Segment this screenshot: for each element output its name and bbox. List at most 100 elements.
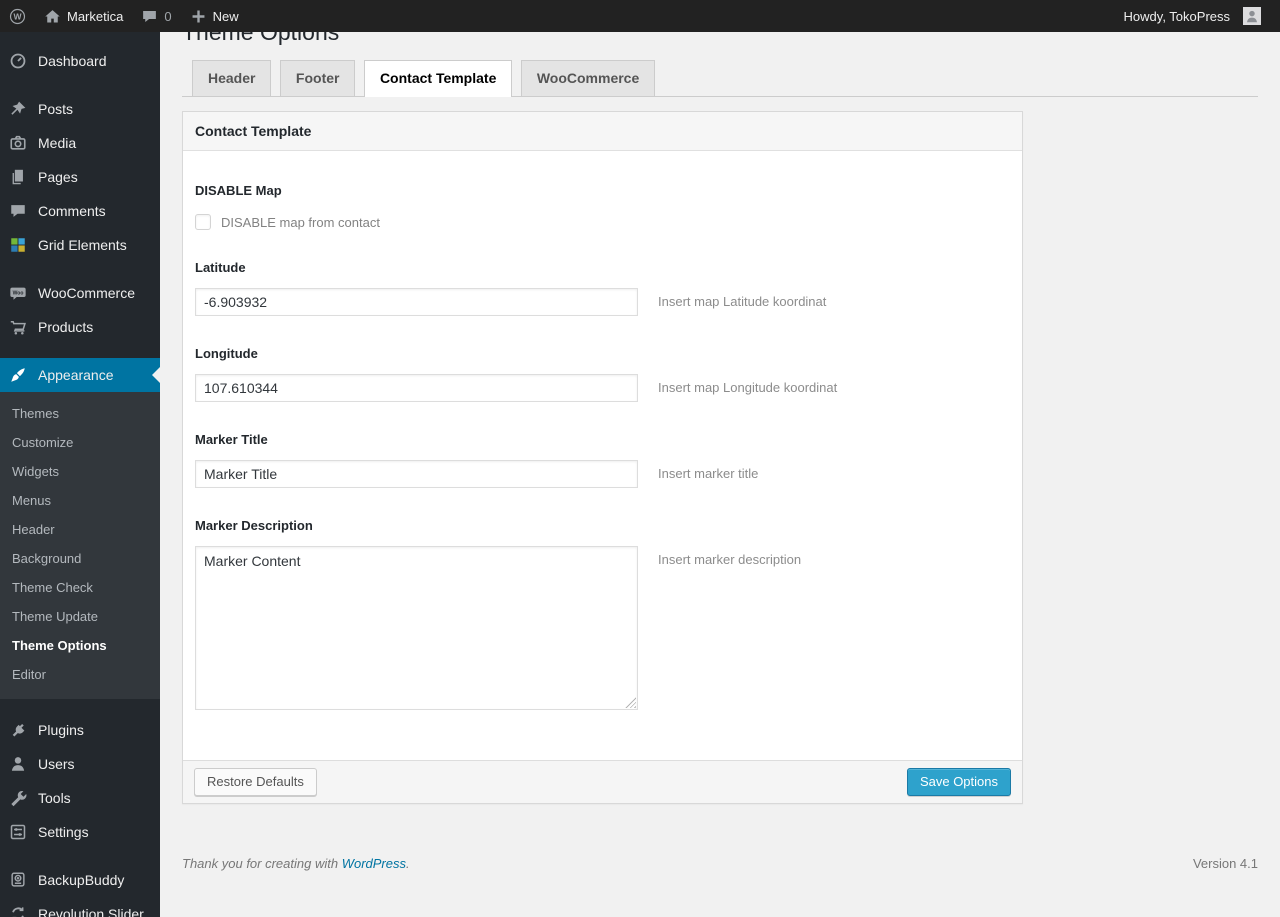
main-content: Theme Options Header Footer Contact Temp… <box>160 0 1280 871</box>
pages-icon <box>8 168 28 186</box>
sidebar-item-users[interactable]: Users <box>0 747 160 781</box>
sidebar-item-label: Pages <box>38 169 78 185</box>
comments-count: 0 <box>164 8 172 24</box>
submenu-item-widgets[interactable]: Widgets <box>0 457 160 486</box>
sidebar-item-pages[interactable]: Pages <box>0 160 160 194</box>
sidebar-item-tools[interactable]: Tools <box>0 781 160 815</box>
sidebar-item-products[interactable]: Products <box>0 310 160 344</box>
submenu-item-theme-check[interactable]: Theme Check <box>0 573 160 602</box>
sidebar-item-label: Settings <box>38 824 89 840</box>
field-group-latitude: Latitude Insert map Latitude koordinat <box>195 260 1010 316</box>
field-label-disable-map: DISABLE Map <box>195 183 282 198</box>
disable-map-checkbox[interactable] <box>195 214 211 230</box>
sidebar-item-label: Grid Elements <box>38 237 127 253</box>
sidebar-item-label: Appearance <box>38 367 114 383</box>
panel-body: DISABLE Map DISABLE map from contact Lat… <box>183 151 1022 760</box>
sidebar-item-label: Dashboard <box>38 53 107 69</box>
plus-icon <box>190 8 207 25</box>
field-label-marker-description: Marker Description <box>195 518 313 533</box>
svg-text:W: W <box>13 11 22 21</box>
submenu-item-header[interactable]: Header <box>0 515 160 544</box>
current-menu-arrow <box>144 367 160 383</box>
my-account-menu[interactable]: Howdy, TokoPress <box>1115 0 1270 32</box>
backupbuddy-icon <box>8 871 28 889</box>
menu-separator <box>0 344 160 358</box>
footer-version: Version 4.1 <box>1192 856 1258 871</box>
submenu-item-theme-options[interactable]: Theme Options <box>0 631 160 660</box>
submenu-item-menus[interactable]: Menus <box>0 486 160 515</box>
field-label-marker-title: Marker Title <box>195 432 268 447</box>
woocommerce-icon: Woo <box>8 284 28 302</box>
appearance-submenu: Themes Customize Widgets Menus Header Ba… <box>0 392 160 699</box>
marker-description-textarea[interactable]: Marker Content <box>195 546 638 710</box>
wordpress-logo-button[interactable]: W <box>0 0 35 32</box>
appearance-icon <box>8 366 28 384</box>
sidebar-item-label: Products <box>38 319 94 335</box>
comments-bubble-icon <box>141 8 158 25</box>
sidebar-item-posts[interactable]: Posts <box>0 92 160 126</box>
grid-elements-icon <box>8 236 28 254</box>
footer-thanks: Thank you for creating with WordPress. <box>182 856 410 871</box>
sidebar-item-revolution-slider[interactable]: Revolution Slider <box>0 897 160 917</box>
new-content-menu[interactable]: New <box>181 0 248 32</box>
contact-template-panel: Contact Template DISABLE Map DISABLE map… <box>182 111 1023 804</box>
submenu-item-editor[interactable]: Editor <box>0 660 160 689</box>
submenu-item-themes[interactable]: Themes <box>0 399 160 428</box>
revolution-slider-icon <box>8 905 28 917</box>
panel-title: Contact Template <box>183 112 1022 151</box>
submenu-item-theme-update[interactable]: Theme Update <box>0 602 160 631</box>
svg-text:Woo: Woo <box>13 290 24 296</box>
save-options-button[interactable]: Save Options <box>906 768 1011 796</box>
sidebar-item-plugins[interactable]: Plugins <box>0 713 160 747</box>
menu-separator <box>0 78 160 92</box>
tab-woocommerce[interactable]: WooCommerce <box>520 60 656 97</box>
admin-bar-comments[interactable]: 0 <box>132 0 180 32</box>
sidebar-item-backupbuddy[interactable]: BackupBuddy <box>0 863 160 897</box>
menu-separator <box>0 699 160 713</box>
latitude-input[interactable] <box>195 288 638 316</box>
sidebar-item-comments[interactable]: Comments <box>0 194 160 228</box>
marker-title-input[interactable] <box>195 460 638 488</box>
submenu-item-customize[interactable]: Customize <box>0 428 160 457</box>
wordpress-link[interactable]: WordPress <box>342 856 406 871</box>
field-group-longitude: Longitude Insert map Longitude koordinat <box>195 346 1010 402</box>
disable-map-checkbox-label[interactable]: DISABLE map from contact <box>221 215 380 230</box>
sidebar-item-label: Media <box>38 135 77 151</box>
sidebar-item-label: WooCommerce <box>38 285 135 301</box>
sidebar-item-media[interactable]: Media <box>0 126 160 160</box>
restore-defaults-button[interactable]: Restore Defaults <box>194 768 317 796</box>
dashboard-icon <box>8 52 28 70</box>
admin-bar-right: Howdy, TokoPress <box>1115 0 1280 32</box>
tab-header[interactable]: Header <box>192 60 272 97</box>
admin-menu: Dashboard Posts Media Pages Comments Gri… <box>0 32 160 917</box>
sidebar-item-grid-elements[interactable]: Grid Elements <box>0 228 160 262</box>
sidebar-item-dashboard[interactable]: Dashboard <box>0 44 160 78</box>
field-group-marker-title: Marker Title Insert marker title <box>195 432 1010 488</box>
sidebar-item-label: Posts <box>38 101 74 117</box>
tab-contact-template[interactable]: Contact Template <box>363 60 513 98</box>
tab-footer[interactable]: Footer <box>279 60 356 97</box>
longitude-input[interactable] <box>195 374 638 402</box>
marker-description-hint: Insert marker description <box>658 552 802 567</box>
sidebar-item-label: BackupBuddy <box>38 872 125 888</box>
sidebar-item-woocommerce[interactable]: Woo WooCommerce <box>0 276 160 310</box>
products-icon <box>8 318 28 336</box>
field-group-marker-description: Marker Description Marker Content Insert… <box>195 518 1010 710</box>
page-footer: Thank you for creating with WordPress. V… <box>182 856 1258 871</box>
field-group-disable-map: DISABLE Map DISABLE map from contact <box>195 183 1010 230</box>
posts-icon <box>8 100 28 118</box>
sidebar-item-settings[interactable]: Settings <box>0 815 160 849</box>
admin-bar: W Marketica 0 New Howdy, TokoPress <box>0 0 1280 32</box>
avatar <box>1243 7 1261 25</box>
menu-separator <box>0 262 160 276</box>
longitude-hint: Insert map Longitude koordinat <box>658 380 838 395</box>
users-icon <box>8 755 28 773</box>
site-name-menu[interactable]: Marketica <box>35 0 132 32</box>
admin-sidebar: Dashboard Posts Media Pages Comments Gri… <box>0 32 160 917</box>
menu-separator <box>0 849 160 863</box>
sidebar-item-appearance[interactable]: Appearance <box>0 358 160 392</box>
comments-icon <box>8 202 28 220</box>
howdy-label: Howdy, TokoPress <box>1123 8 1230 24</box>
submenu-item-background[interactable]: Background <box>0 544 160 573</box>
latitude-hint: Insert map Latitude koordinat <box>658 294 827 309</box>
